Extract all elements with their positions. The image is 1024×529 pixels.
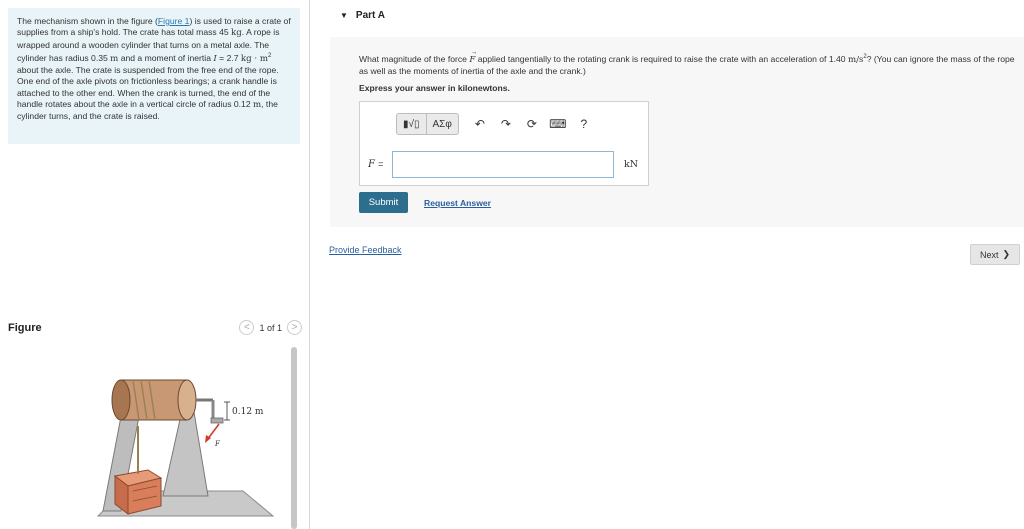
force-vector-symbol: → F xyxy=(469,49,477,66)
figure-area: F 0.12 m xyxy=(8,346,298,529)
chevron-right-icon: ❯ xyxy=(1002,249,1011,259)
figure-link[interactable]: Figure 1 xyxy=(158,16,190,26)
toolbar-group: ▮√▯ ΑΣφ xyxy=(396,113,459,135)
figure-pager: < 1 of 1 > xyxy=(239,320,302,335)
submit-button[interactable]: Submit xyxy=(359,192,408,213)
answer-instruction: Express your answer in kilonewtons. xyxy=(359,83,510,93)
problem-text: The mechanism shown in the figure ( xyxy=(17,16,158,26)
force-label: F xyxy=(214,440,221,448)
crate xyxy=(113,469,163,516)
pager-prev-button[interactable]: < xyxy=(239,320,255,335)
answer-actions: Submit Request Answer xyxy=(359,192,491,213)
unit-m: m xyxy=(253,99,262,110)
acceleration-unit: m/s xyxy=(847,54,864,65)
superscript: 2 xyxy=(267,52,272,59)
next-label: Next xyxy=(979,249,999,260)
problem-statement: The mechanism shown in the figure (Figur… xyxy=(8,8,300,144)
undo-icon[interactable]: ↶ xyxy=(467,113,493,135)
help-icon[interactable]: ? xyxy=(571,113,597,135)
provide-feedback-link[interactable]: Provide Feedback xyxy=(329,245,402,255)
problem-text: = 2.7 xyxy=(216,52,241,63)
equals-sign: = xyxy=(378,159,384,169)
redo-icon[interactable]: ↷ xyxy=(493,113,519,135)
cylinder xyxy=(111,379,197,421)
vector-arrow: → xyxy=(470,48,478,56)
templates-button[interactable]: ▮√▯ xyxy=(397,114,426,134)
scrollbar-thumb[interactable] xyxy=(291,347,297,529)
problem-text: and a moment of inertia xyxy=(118,52,214,63)
crank-handle xyxy=(210,417,224,424)
figure-header: Figure < 1 of 1 > xyxy=(8,320,302,340)
keyboard-icon[interactable]: ⌨ xyxy=(545,113,571,135)
unit-kg: kg xyxy=(231,28,242,39)
symbols-button[interactable]: ΑΣφ xyxy=(425,114,458,134)
collapse-caret-icon[interactable]: ▼ xyxy=(340,11,348,20)
crank-mechanism-figure: F 0.12 m xyxy=(96,379,275,517)
question-fragment: applied tangentially to the rotating cra… xyxy=(475,53,848,64)
answer-box: ▮√▯ ΑΣφ ↶ ↷ ⟳ ⌨ ? F = kN xyxy=(359,101,649,186)
question-text: What magnitude of the force → F applied t… xyxy=(359,49,1019,77)
part-title: Part A xyxy=(355,10,386,21)
pager-text: 1 of 1 xyxy=(259,322,282,333)
unit-kgm2: kg · m xyxy=(240,53,268,64)
dimension-label: 0.12 m xyxy=(232,407,264,417)
problem-text: about the axle. The crate is suspended f… xyxy=(17,65,279,109)
reset-icon[interactable]: ⟳ xyxy=(519,113,545,135)
left-pane: The mechanism shown in the figure (Figur… xyxy=(0,0,310,529)
part-a-body: What magnitude of the force → F applied t… xyxy=(330,37,1024,227)
answer-input[interactable] xyxy=(392,151,614,178)
figure-title: Figure xyxy=(8,322,42,334)
pager-next-button[interactable]: > xyxy=(287,320,302,335)
next-button[interactable]: Next ❯ xyxy=(970,244,1020,265)
math-toolbar: ▮√▯ ΑΣφ ↶ ↷ ⟳ ⌨ ? xyxy=(396,113,597,135)
answer-unit: kN xyxy=(624,159,639,170)
request-answer-link[interactable]: Request Answer xyxy=(424,198,491,208)
figure-scrollbar[interactable] xyxy=(291,347,297,529)
question-fragment: What magnitude of the force xyxy=(359,53,470,64)
answer-row: F = kN xyxy=(368,151,638,178)
part-a-header[interactable]: ▼ Part A xyxy=(340,10,385,21)
variable-symbol: F xyxy=(368,159,375,170)
answer-variable-label: F = xyxy=(368,159,392,170)
